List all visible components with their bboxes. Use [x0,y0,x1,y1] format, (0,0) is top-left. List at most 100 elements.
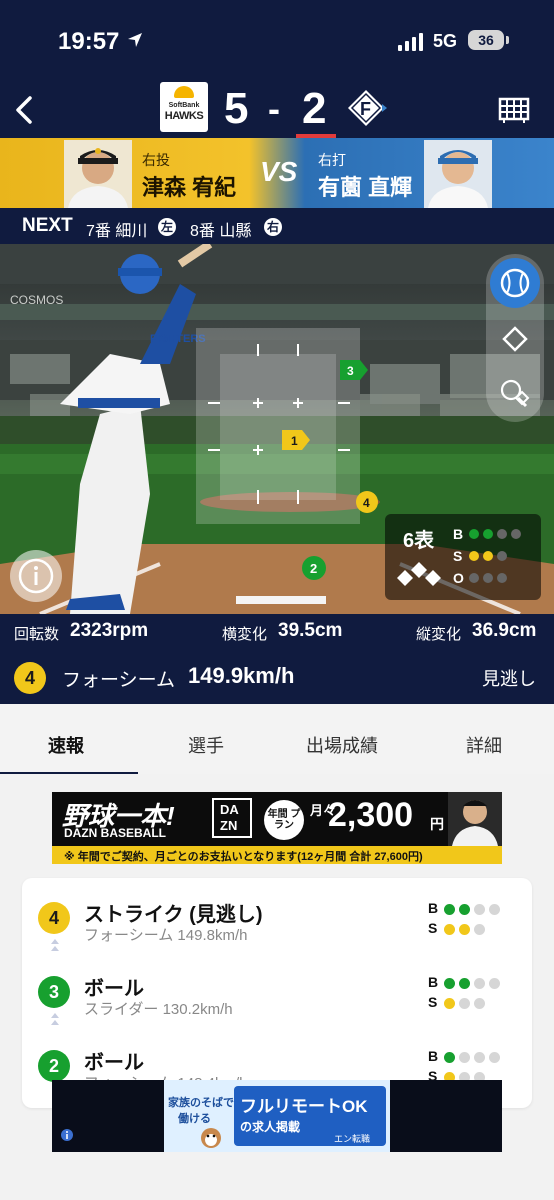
away-score: 2 [302,84,327,133]
next-batter-2-hand: 右 [264,218,282,236]
row-ball-dot [444,978,455,989]
row-strikes-label: S [428,994,438,1010]
cellular-signal-icon [398,33,428,51]
row-ball-dot [474,978,485,989]
ad-info-icon[interactable] [60,1128,74,1142]
batter-name[interactable]: 有薗 直輝 [318,170,412,202]
fighters-logo-letter: F [360,99,371,119]
pitch-marker-4[interactable]: 4 [356,491,378,513]
spin-value: 2323rpm [70,620,149,641]
hit-view-button[interactable] [490,368,540,418]
info-button[interactable] [10,550,62,602]
bat-ball-icon [500,379,530,408]
status-bar: 19:57 5G 36 [0,0,554,82]
dazn-logo-top: DA [220,802,239,817]
tab-bar: 速報 選手 出場成績 詳細 [0,704,554,775]
ball-dot [469,529,479,539]
live-content: 野球一本! DAZN BASEBALL DA ZN 年間 プラン 月々 2,30… [0,774,554,1200]
pitch-log-card: 4 ストライク (見逃し) フォーシーム 149.8km/h B S 3 ボール スライダー … [22,878,532,1108]
hawks-logo-hawks: HAWKS [164,110,204,122]
tab-stats[interactable]: 出場成績 [306,732,378,758]
ad-note-bar: ※ 年間でご契約、月ごとのお支払いとなります(12ヶ月間 合計 27,600円) [52,846,502,864]
ad-monthly: 月々 [310,803,337,818]
vs-label: VS [260,156,298,187]
battery-cap [506,36,509,44]
current-pitch-number: 4 [14,662,46,694]
out-dot [497,573,507,583]
out-dot [483,573,493,583]
pitch-view-button[interactable] [490,258,540,308]
bottom-ad-banner[interactable]: 家族のそばで 働ける フルリモートOK の求人掲載 エン転職 [52,1080,502,1152]
row-ball-dot [474,1052,485,1063]
dazn-logo-bottom: ZN [220,818,238,833]
pitch-number-badge: 2 [38,1050,70,1082]
matchup-banner: 右投 津森 宥紀 VS 右打 有薗 直輝 [0,138,554,208]
pitch-log-row[interactable]: 4 ストライク (見逃し) フォーシーム 149.8km/h B S [22,894,532,964]
row-ball-dot [459,978,470,989]
next-batter-2[interactable]: 8番 山縣 [190,217,251,241]
pitcher-name[interactable]: 津森 宥紀 [142,170,236,202]
vbreak-value: 36.9cm [472,620,537,641]
dog-icon [201,1128,221,1148]
ball-dot [497,529,507,539]
pitch-log-row[interactable]: 3 ボール スライダー 130.2km/h B S [22,968,532,1038]
scoreboard-icon[interactable] [498,96,530,124]
row-balls-label: B [428,1048,439,1064]
current-pitch-bar: 4 フォーシーム 149.9km/h 見逃し [0,650,554,704]
current-pitch-speed: 149.9km/h [188,663,295,688]
ad-sub: の求人掲載 [240,1120,301,1134]
baseball-icon [500,268,530,298]
ball-dot [511,529,521,539]
ad-left-text-1: 家族のそばで [168,1097,234,1109]
network-type: 5G [433,31,458,51]
tab-live[interactable]: 速報 [48,732,84,758]
tab-details[interactable]: 詳細 [466,732,502,758]
field-view-button[interactable] [490,314,540,364]
sequence-arrow-icon [51,1013,59,1025]
stadium-sign-cosmos: COSMOS [10,293,63,307]
outs-label: O [453,570,464,586]
current-pitch-result: 見逃し [482,669,536,689]
row-ball-dot [444,904,455,915]
ad-plan-badge: 年間 プラン [264,800,304,840]
strike-zone [220,354,336,500]
dazn-ad-banner[interactable]: 野球一本! DAZN BASEBALL DA ZN 年間 プラン 月々 2,30… [52,792,502,864]
ball-dot [483,529,493,539]
sequence-arrow-icon [51,939,59,951]
pitch-result: ボール [84,1052,144,1074]
row-strike-dot [444,998,455,1009]
row-strikes-label: S [428,920,438,936]
score-header: SoftBank HAWKS 5 - 2 F [0,82,554,138]
hbreak-value: 39.5cm [278,620,343,641]
ad-dazn-sub: DAZN BASEBALL [64,826,166,840]
row-ball-dot [444,1052,455,1063]
pitch-detail: スライダー 130.2km/h [84,1001,233,1018]
strike-dot [483,551,493,561]
home-score: 5 [224,84,249,133]
vbreak-label: 縦変化 [416,626,462,643]
pitcher-photo-icon [64,140,132,208]
row-strike-dot [474,924,485,935]
next-batter-1[interactable]: 7番 細川 [86,217,147,241]
inning-label: 6表 [403,530,435,552]
pitch-result: ストライク (見逃し) [84,904,263,926]
ad-yen: 円 [430,816,444,832]
svg-text:3: 3 [347,364,354,378]
bases-diamond-icon [397,562,441,586]
batter-avatar[interactable] [424,140,492,208]
pitcher-avatar[interactable] [64,140,132,208]
hawks-cap-mark [174,86,194,98]
pitch-marker-2[interactable]: 2 [302,556,326,580]
pitch-number-badge: 3 [38,976,70,1008]
tab-players[interactable]: 選手 [188,732,224,758]
hawks-logo-softbank: SoftBank [168,102,200,109]
status-time: 19:57 [58,28,120,55]
row-strike-dot [444,924,455,935]
info-icon [18,558,54,594]
row-ball-dot [489,978,500,989]
svg-text:4: 4 [363,496,370,510]
row-ball-dot [459,904,470,915]
pitch-detail: フォーシーム 149.8km/h [84,927,248,944]
next-batters-bar: NEXT 7番 細川 左 8番 山縣 右 [0,208,554,244]
back-arrow-icon[interactable] [10,92,40,128]
